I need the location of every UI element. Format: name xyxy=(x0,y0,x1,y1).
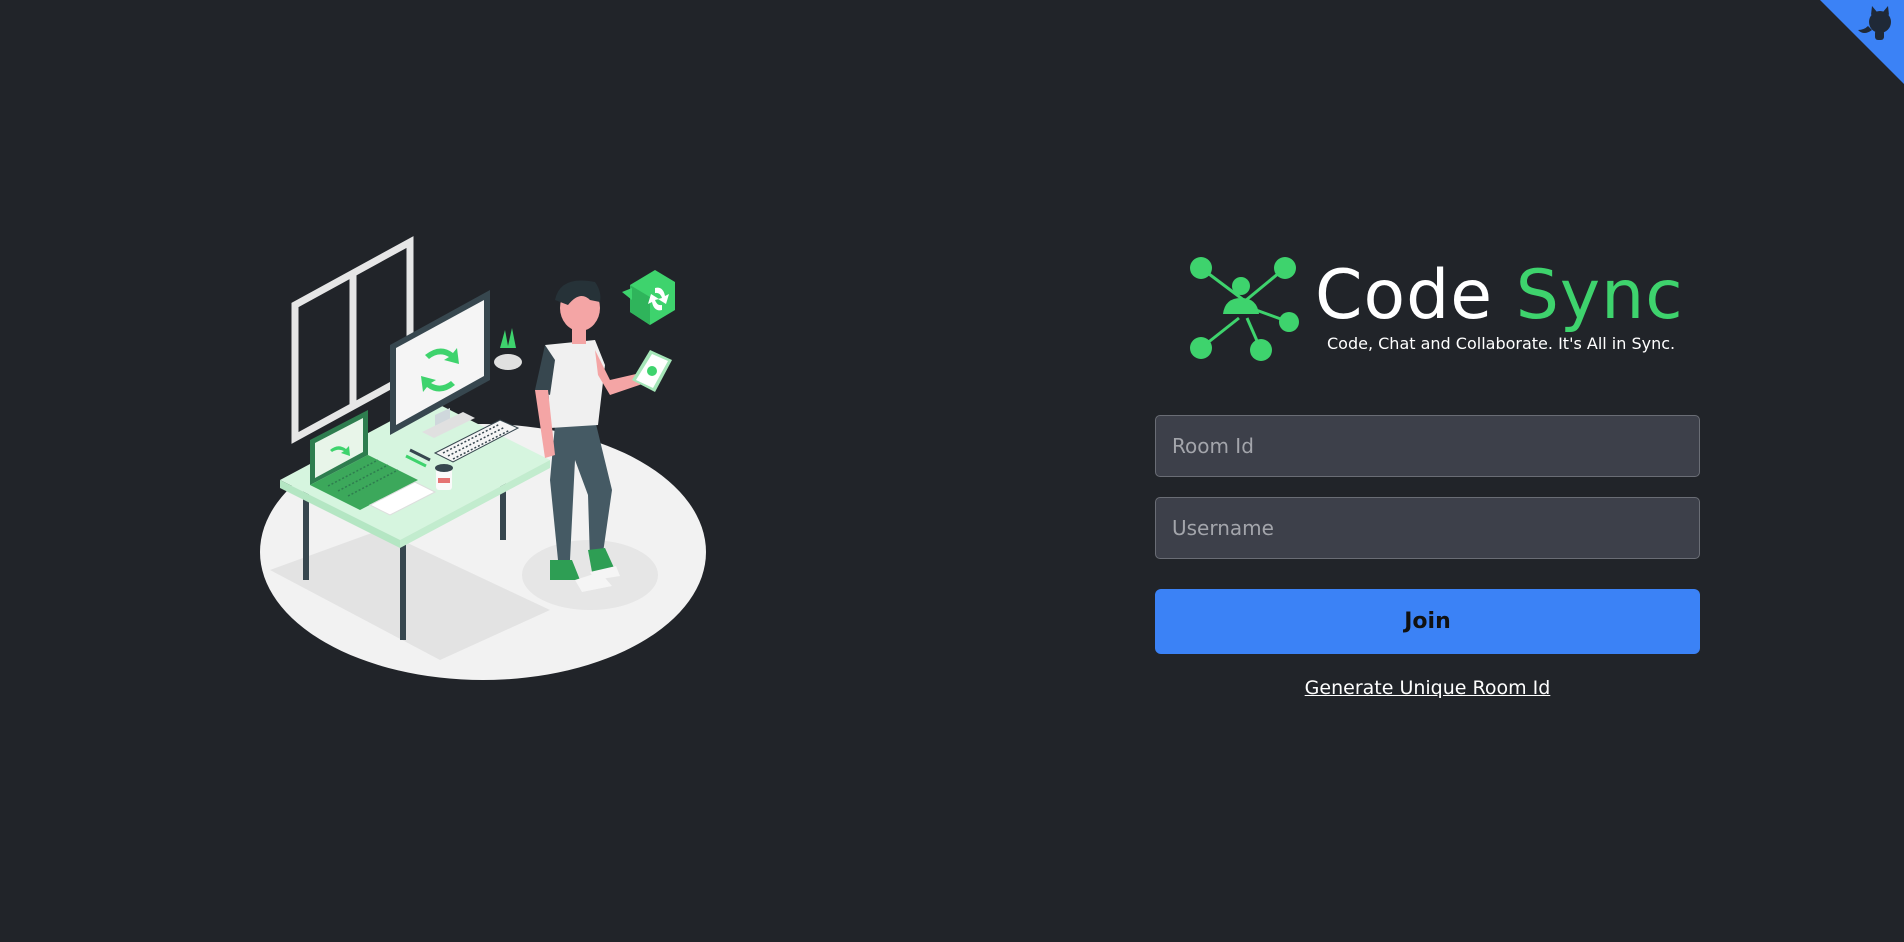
brand-header: Code Sync Code, Chat and Collaborate. It… xyxy=(1155,250,1700,370)
app-title-sync: Sync xyxy=(1515,256,1684,335)
network-logo-icon xyxy=(1190,257,1299,361)
join-form-panel: Code Sync Code, Chat and Collaborate. It… xyxy=(1155,250,1700,699)
app-tagline: Code, Chat and Collaborate. It's All in … xyxy=(1327,334,1676,353)
room-id-input[interactable] xyxy=(1155,415,1700,477)
github-corner-link[interactable] xyxy=(1820,0,1904,84)
generate-room-id-link[interactable]: Generate Unique Room Id xyxy=(1155,677,1700,699)
join-button[interactable]: Join xyxy=(1155,589,1700,654)
login-page: Code Sync Code, Chat and Collaborate. It… xyxy=(0,0,1904,942)
coding-workspace-illustration xyxy=(260,236,706,680)
github-octocat-icon xyxy=(1820,0,1904,84)
app-title: Code Sync xyxy=(1315,256,1684,336)
username-input[interactable] xyxy=(1155,497,1700,559)
app-title-code: Code xyxy=(1315,256,1494,335)
